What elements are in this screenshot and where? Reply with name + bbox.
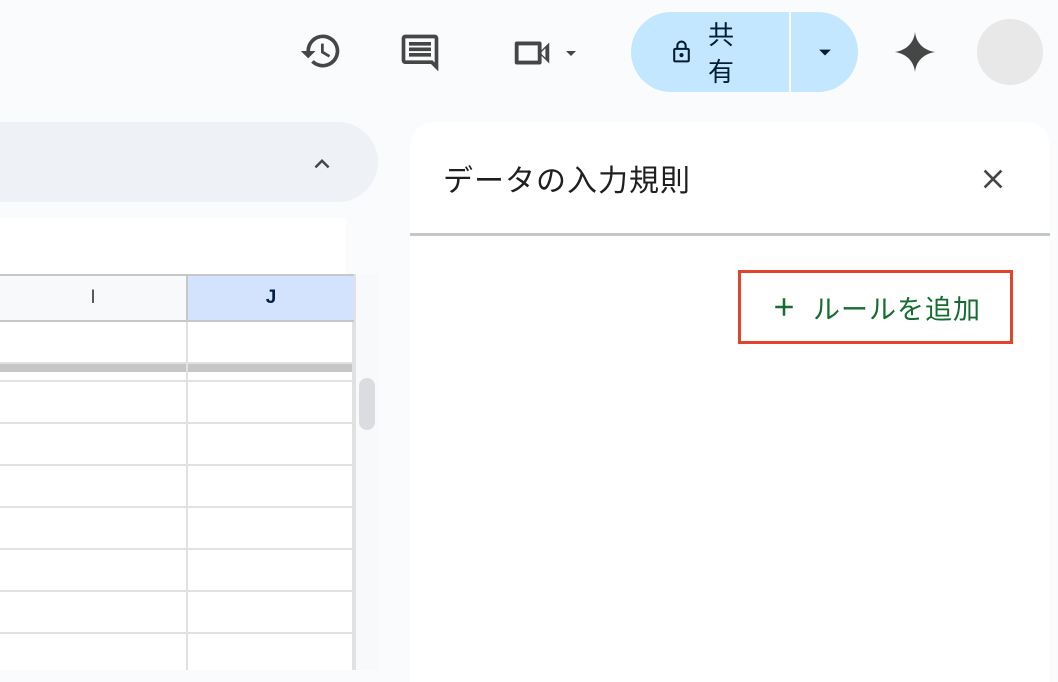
row-divider	[0, 464, 354, 466]
row-divider	[0, 590, 354, 592]
column-header-label: J	[265, 287, 277, 308]
share-button-group: 共有	[631, 12, 858, 92]
close-icon	[983, 169, 1003, 189]
row-divider	[0, 506, 354, 508]
comments-button[interactable]	[395, 28, 445, 78]
add-rule-label: ルールを追加	[813, 294, 981, 326]
meet-button[interactable]	[500, 30, 592, 76]
spreadsheet-grid[interactable]	[0, 274, 378, 670]
column-header-j[interactable]: J	[188, 274, 356, 322]
panel-divider	[410, 233, 1050, 236]
history-icon	[300, 34, 340, 68]
plus-icon	[775, 298, 793, 316]
formula-input-area[interactable]	[0, 218, 346, 274]
data-validation-panel	[410, 122, 1050, 682]
row-divider	[0, 422, 354, 424]
chevron-down-icon	[818, 49, 831, 56]
column-header-i[interactable]: I	[0, 274, 188, 322]
video-camera-icon	[514, 41, 550, 65]
collapse-toolbar-button[interactable]	[300, 142, 344, 186]
vertical-scrollbar[interactable]	[354, 274, 378, 670]
close-panel-button[interactable]	[972, 158, 1014, 200]
row-divider	[0, 362, 354, 364]
row-divider	[0, 632, 354, 634]
sparkle-icon	[894, 31, 936, 73]
panel-title: データの入力規則	[443, 164, 691, 199]
lock-icon	[673, 40, 690, 63]
share-button[interactable]: 共有	[631, 12, 753, 92]
chevron-up-icon	[314, 159, 330, 169]
comment-icon	[401, 34, 439, 72]
version-history-button[interactable]	[296, 26, 346, 76]
account-avatar[interactable]	[977, 19, 1043, 85]
add-rule-button[interactable]: ルールを追加	[738, 270, 1013, 344]
column-divider	[186, 322, 188, 670]
chevron-down-icon	[566, 51, 576, 56]
row-divider	[0, 380, 354, 382]
share-label: 共有	[708, 21, 736, 88]
gemini-button[interactable]	[889, 26, 941, 78]
column-header-label: I	[90, 287, 96, 308]
frozen-row-divider[interactable]	[0, 364, 354, 372]
row-divider	[0, 548, 354, 550]
share-options-button[interactable]	[791, 12, 858, 92]
scrollbar-thumb[interactable]	[359, 378, 375, 430]
